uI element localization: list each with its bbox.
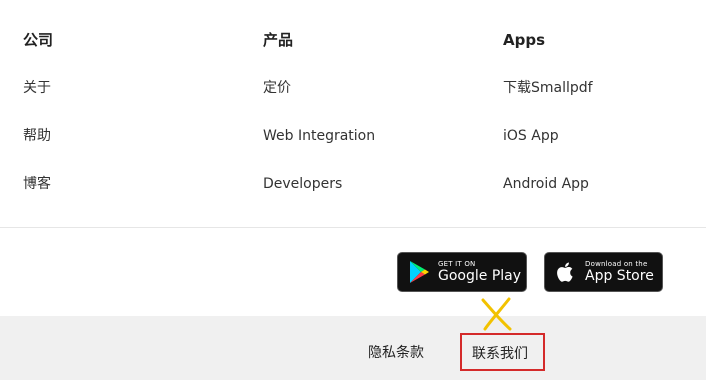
apps-column: Apps 下载Smallpdf iOS App Android App xyxy=(503,28,593,196)
pricing-link[interactable]: 定价 xyxy=(263,76,375,100)
company-column: 公司 关于 帮助 博客 xyxy=(23,28,53,196)
about-link[interactable]: 关于 xyxy=(23,76,53,100)
company-heading: 公司 xyxy=(23,31,54,49)
developers-link[interactable]: Developers xyxy=(263,172,375,196)
google-play-badge-text: GET IT ON Google Play xyxy=(438,260,521,285)
footer-links-section: 公司 关于 帮助 博客 产品 定价 Web Integration Develo… xyxy=(0,0,706,227)
product-column: 产品 定价 Web Integration Developers xyxy=(263,28,375,196)
download-smallpdf-link[interactable]: 下载Smallpdf xyxy=(503,76,593,100)
contact-us-link[interactable]: 联系我们 xyxy=(472,343,528,365)
app-store-badge[interactable]: Download on the App Store xyxy=(544,252,663,292)
footer-divider xyxy=(0,227,706,228)
blog-link[interactable]: 博客 xyxy=(23,172,53,196)
google-play-large-text: Google Play xyxy=(438,267,522,284)
help-link[interactable]: 帮助 xyxy=(23,124,53,148)
google-play-icon xyxy=(410,261,429,283)
privacy-policy-link[interactable]: 隐私条款 xyxy=(368,342,424,364)
footer-bottom-bar: 隐私条款 联系我们 xyxy=(0,316,706,380)
google-play-badge[interactable]: GET IT ON Google Play xyxy=(397,252,527,292)
ios-app-link[interactable]: iOS App xyxy=(503,124,593,148)
google-play-small-text: GET IT ON xyxy=(438,259,476,268)
app-store-large-text: App Store xyxy=(585,267,654,284)
apple-icon xyxy=(557,262,573,282)
android-app-link[interactable]: Android App xyxy=(503,172,593,196)
app-store-badge-text: Download on the App Store xyxy=(585,260,654,285)
web-integration-link[interactable]: Web Integration xyxy=(263,124,375,148)
product-heading: 产品 xyxy=(263,31,294,49)
app-store-small-text: Download on the xyxy=(585,259,648,268)
apps-heading: Apps xyxy=(503,31,546,49)
